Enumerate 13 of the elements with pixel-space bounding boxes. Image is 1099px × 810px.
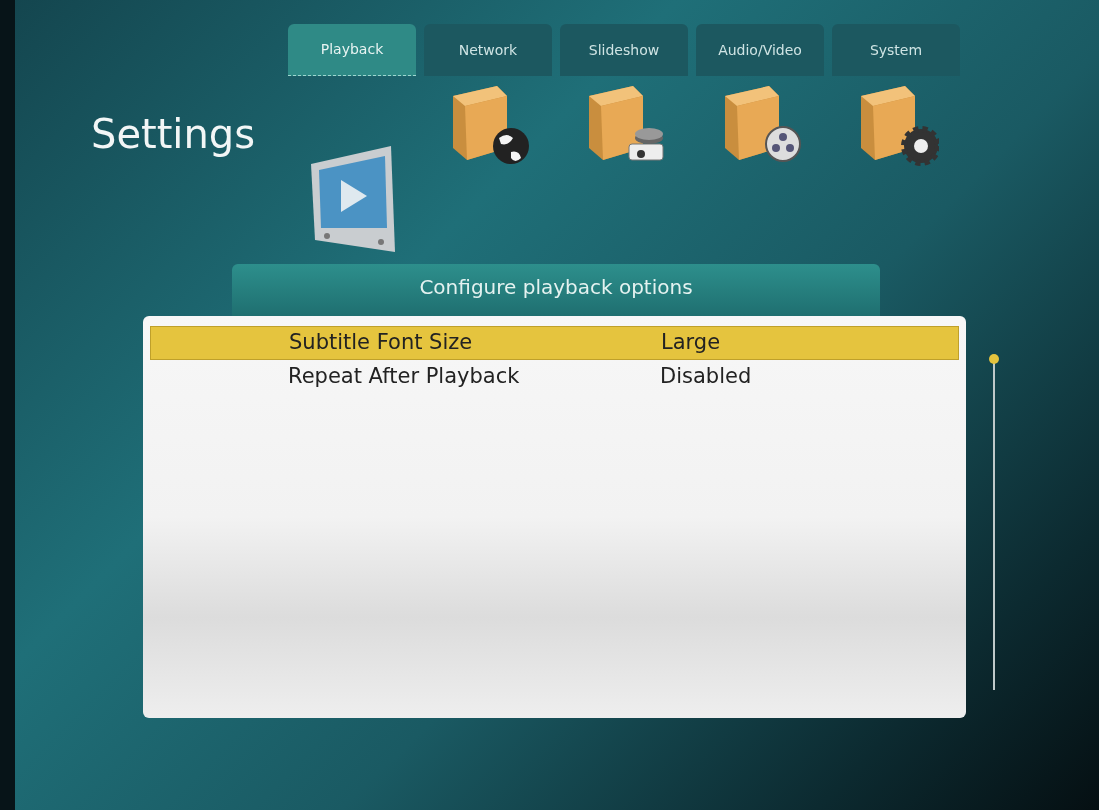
option-value: Disabled (660, 363, 752, 391)
panel-title: Configure playback options (419, 274, 693, 301)
settings-tab[interactable]: Playback (288, 24, 416, 76)
option-label: Repeat After Playback (288, 363, 521, 391)
option-label: Subtitle Font Size (289, 329, 474, 357)
settings-tab[interactable]: Slideshow (560, 24, 688, 76)
option-row[interactable]: Subtitle Font Size Large (150, 326, 959, 360)
page-title: Settings (91, 110, 257, 159)
settings-tab[interactable]: Audio/Video (696, 24, 824, 76)
settings-tab[interactable]: Network (424, 24, 552, 76)
settings-tab[interactable]: System (832, 24, 960, 76)
option-row[interactable]: Repeat After Playback Disabled (150, 360, 959, 394)
option-value: Large (661, 329, 721, 357)
